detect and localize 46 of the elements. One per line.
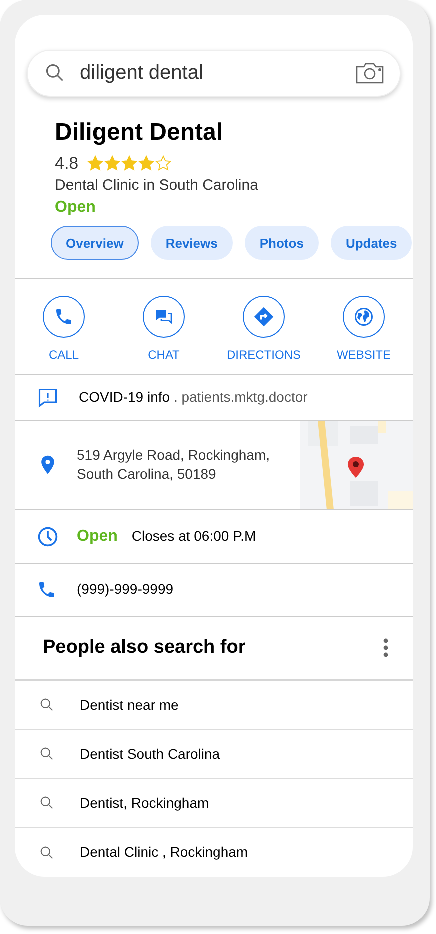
search-icon: [39, 795, 55, 811]
suggestion-row[interactable]: Dental Clinic , Rockingham: [15, 828, 413, 877]
alert-message-icon: [37, 386, 59, 409]
closing-time: Closes at 06:00 P.M: [132, 527, 256, 546]
search-field[interactable]: diligent dental: [27, 50, 401, 97]
clock-icon: [37, 526, 59, 548]
rating-value: 4.8: [55, 152, 79, 175]
more-options-icon[interactable]: [383, 638, 389, 658]
address-text: 519 Argyle Road, Rockingham, South Carolina, 50189: [77, 446, 271, 484]
star-icon: [104, 155, 121, 172]
place-category: Dental Clinic in South Carolina: [55, 176, 260, 196]
search-icon: [39, 746, 55, 762]
suggestion-text: Dentist, Rockingham: [80, 794, 210, 813]
action-button[interactable]: WEBSITE: [323, 296, 405, 364]
tab[interactable]: Updates: [330, 226, 412, 260]
phone-number: (999)-999-9999: [77, 580, 174, 600]
action-button[interactable]: CHAT: [123, 296, 205, 364]
tab[interactable]: Photos: [244, 226, 319, 260]
tab[interactable]: Reviews: [150, 226, 233, 260]
suggestion-row[interactable]: Dentist South Carolina: [15, 730, 413, 779]
open-status: Open: [55, 198, 97, 218]
tab[interactable]: Overview: [51, 226, 139, 260]
star-icon: [154, 155, 172, 172]
hours-status: Open: [77, 526, 118, 547]
covid-info-text: COVID-19 info . patients.mktg.doctor: [79, 388, 308, 408]
star-icon: [138, 155, 155, 172]
suggestion-text: Dentist South Carolina: [80, 744, 220, 764]
suggestion-row[interactable]: Dentist, Rockingham: [15, 779, 413, 828]
camera-icon: [356, 62, 384, 84]
search-text: diligent dental: [80, 61, 204, 86]
globe-icon: [353, 306, 375, 328]
search-icon: [44, 62, 66, 84]
section-title: People also search for: [43, 636, 247, 660]
suggestion-row[interactable]: Dentist near me: [15, 681, 413, 730]
place-title: Diligent Dental: [55, 118, 224, 148]
phone-icon: [37, 580, 57, 600]
action-button[interactable]: CALL: [23, 296, 105, 364]
search-icon: [39, 844, 55, 860]
suggestion-text: Dentist near me: [80, 696, 179, 714]
star-icon: [86, 155, 104, 172]
suggestion-text: Dental Clinic , Rockingham: [80, 843, 248, 862]
phone-icon: [54, 307, 74, 328]
star-icon: [120, 155, 138, 172]
search-icon: [39, 697, 55, 713]
action-button[interactable]: DIRECTIONS: [223, 296, 305, 364]
directions-icon: [253, 306, 275, 328]
